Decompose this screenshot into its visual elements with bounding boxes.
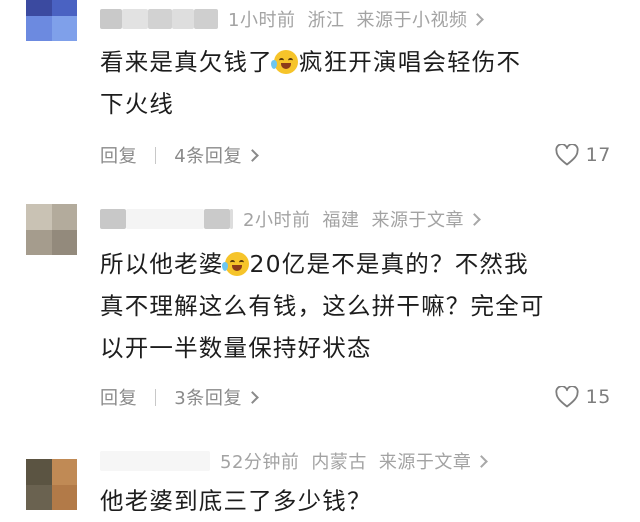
comment-text-segment: 以开一半数量保持好状态: [100, 334, 372, 362]
crying-laughing-emoji-icon: [270, 50, 298, 74]
divider: [155, 388, 157, 406]
heart-outline-icon: [555, 144, 579, 166]
comment-time: 1小时前: [228, 10, 296, 31]
like-count: 15: [585, 386, 611, 408]
comment-actions: 回复 4条回复 17: [100, 140, 620, 170]
view-replies-label: 3条回复: [174, 388, 243, 409]
comment-location: 内蒙古: [311, 452, 367, 473]
username-blurred[interactable]: [100, 451, 210, 471]
view-replies-button[interactable]: 3条回复: [174, 384, 259, 410]
username-blurred[interactable]: [148, 9, 172, 29]
comment-location: 福建: [322, 210, 360, 231]
comment-header: 1小时前 浙江 来源于小视频: [100, 6, 485, 32]
username-blurred[interactable]: [204, 209, 230, 229]
comment-text-segment: 他老婆到底三了多少钱？: [100, 487, 372, 515]
avatar[interactable]: [26, 459, 77, 510]
comment-meta[interactable]: 1小时前 浙江 来源于小视频: [228, 6, 485, 32]
divider: [155, 146, 157, 164]
username-blurred[interactable]: [230, 209, 233, 229]
like-button[interactable]: 15: [555, 382, 611, 412]
comment-text-segment: 疯狂开演唱会轻伤不: [298, 48, 522, 76]
view-replies-label: 4条回复: [174, 146, 243, 167]
username-blurred[interactable]: [100, 9, 122, 29]
username-blurred[interactable]: [172, 9, 194, 29]
comment-time: 52分钟前: [220, 452, 300, 473]
comment-header: 52分钟前 内蒙古 来源于文章: [100, 448, 489, 474]
chevron-right-icon: [468, 213, 481, 226]
comment-source: 来源于文章: [378, 452, 472, 473]
username-blurred[interactable]: [126, 209, 204, 229]
comment-text: 看来是真欠钱了 疯狂开演唱会轻伤不 下火线: [100, 41, 620, 125]
like-button[interactable]: 17: [555, 140, 611, 170]
comment-text-segment: 看来是真欠钱了: [100, 48, 273, 76]
username-blurred[interactable]: [122, 9, 148, 29]
comment-text-segment: 下火线: [100, 90, 175, 118]
chevron-right-icon: [246, 149, 259, 162]
comment-location: 浙江: [307, 10, 345, 31]
comment-time: 2小时前: [243, 210, 311, 231]
username-blurred[interactable]: [100, 209, 126, 229]
chevron-right-icon: [471, 13, 485, 26]
comment-meta[interactable]: 52分钟前 内蒙古 来源于文章: [220, 448, 489, 474]
chevron-right-icon: [246, 391, 259, 404]
avatar[interactable]: [26, 0, 77, 41]
comment-source: 来源于小视频: [356, 10, 468, 31]
avatar[interactable]: [26, 204, 77, 255]
comment-text-segment: 真不理解这么有钱，这么拼干嘛？完全可: [100, 292, 545, 320]
username-blurred[interactable]: [194, 9, 218, 29]
chevron-right-icon: [475, 455, 489, 468]
comment-header: 2小时前 福建 来源于文章: [100, 206, 481, 232]
view-replies-button[interactable]: 4条回复: [174, 142, 259, 168]
comment-meta[interactable]: 2小时前 福建 来源于文章: [243, 206, 481, 232]
comment-text-segment: 20亿是不是真的？不然我: [249, 250, 529, 278]
heart-outline-icon: [555, 386, 579, 408]
like-count: 17: [585, 144, 611, 166]
comment-actions: 回复 3条回复 15: [100, 382, 620, 412]
comment-text: 所以他老婆 20亿是不是真的？不然我 真不理解这么有钱，这么拼干嘛？完全可 以开一…: [100, 243, 620, 369]
reply-button[interactable]: 回复: [100, 142, 137, 168]
crying-laughing-emoji-icon: [221, 252, 249, 276]
comment-text-segment: 所以他老婆: [100, 250, 224, 278]
reply-button[interactable]: 回复: [100, 384, 137, 410]
comment-text: 他老婆到底三了多少钱？: [100, 480, 620, 522]
comment-source: 来源于文章: [371, 210, 464, 231]
